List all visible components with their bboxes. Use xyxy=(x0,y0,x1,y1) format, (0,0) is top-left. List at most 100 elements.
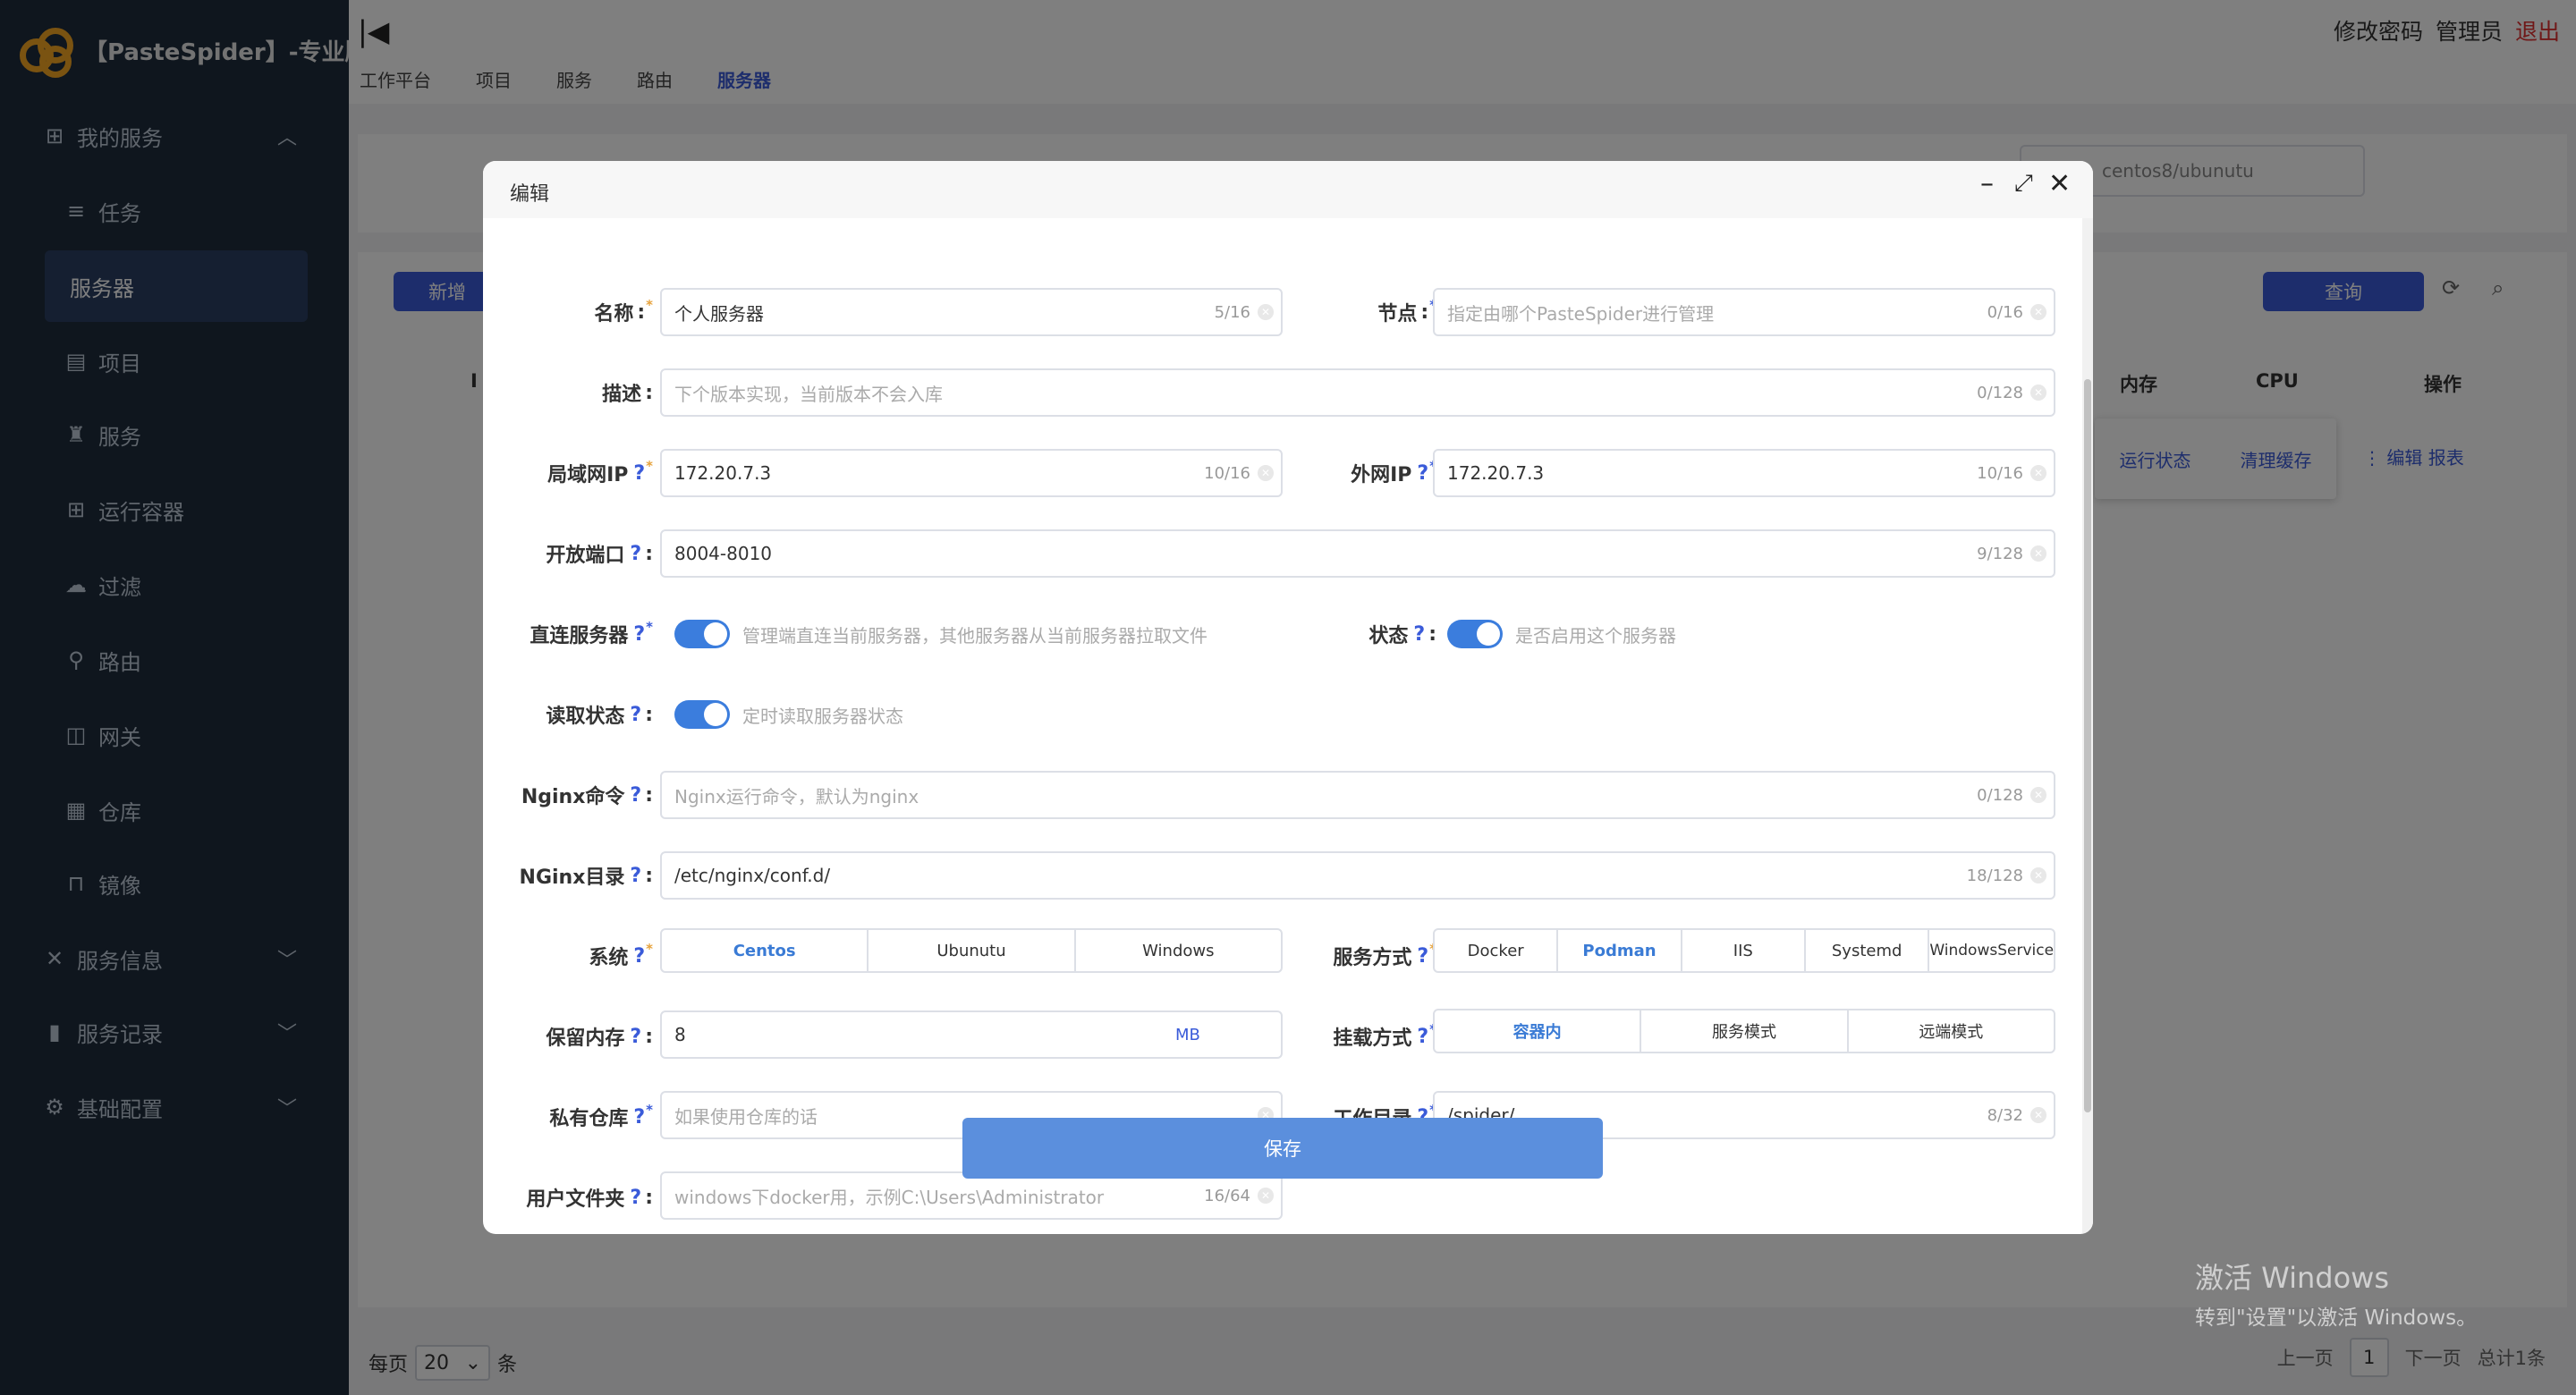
read-state-switch[interactable] xyxy=(674,700,730,729)
node-label-text: 节点 xyxy=(1377,303,1418,326)
mount-mode-label-text: 挂载方式 xyxy=(1333,1027,1412,1050)
help-icon[interactable]: ? xyxy=(630,784,641,807)
clear-icon[interactable]: ✕ xyxy=(1258,304,1274,320)
name-input[interactable]: 个人服务器 5/16 ✕ xyxy=(660,288,1283,336)
colon: : xyxy=(645,783,653,807)
help-icon[interactable]: ? xyxy=(630,543,641,565)
os-label-text: 系统 xyxy=(589,947,629,969)
ports-input[interactable]: 8004-8010 9/128 ✕ xyxy=(660,529,2055,578)
mount-option-service[interactable]: 服务模式 xyxy=(1641,1010,1849,1052)
private-repo-label-text: 私有仓库 xyxy=(549,1108,629,1130)
clear-icon[interactable]: ✕ xyxy=(2030,385,2046,401)
nginx-cmd-input[interactable]: Nginx运行命令，默认为nginx 0/128 ✕ xyxy=(660,771,2055,819)
clear-icon[interactable]: ✕ xyxy=(2030,545,2046,562)
char-count: 0/16 xyxy=(1987,302,2023,322)
nginx-dir-value: /etc/nginx/conf.d/ xyxy=(674,865,831,886)
scroll-thumb[interactable] xyxy=(2084,379,2091,1112)
os-label: 系统? * xyxy=(483,932,653,980)
reserve-mem-label-text: 保留内存 xyxy=(546,1027,625,1050)
desc-input[interactable]: 下个版本实现，当前版本不会入库 0/128 ✕ xyxy=(660,368,2055,417)
service-option-iis[interactable]: IIS xyxy=(1682,930,1806,971)
clear-icon[interactable]: ✕ xyxy=(2030,304,2046,320)
read-state-label-text: 读取状态 xyxy=(546,706,625,728)
save-button[interactable]: 保存 xyxy=(962,1118,1603,1179)
os-option-centos[interactable]: Centos xyxy=(662,930,869,971)
colon: : xyxy=(645,703,653,726)
node-placeholder: 指定由哪个PasteSpider进行管理 xyxy=(1447,302,1715,325)
mount-option-container[interactable]: 容器内 xyxy=(1435,1010,1642,1052)
reserve-mem-value: 8 xyxy=(674,1024,686,1045)
dialog-title: 编辑 xyxy=(510,183,550,206)
service-option-podman[interactable]: Podman xyxy=(1558,930,1682,971)
lan-ip-label: 局域网IP? * xyxy=(483,449,653,497)
help-icon[interactable]: ? xyxy=(633,1106,645,1129)
clear-icon[interactable]: ✕ xyxy=(1258,465,1274,481)
reserve-mem-label: 保留内存?: xyxy=(483,1012,653,1061)
direct-switch[interactable] xyxy=(674,620,730,648)
minimize-icon[interactable]: – xyxy=(1980,168,1994,199)
ports-value: 8004-8010 xyxy=(674,543,773,564)
colon: : xyxy=(645,864,653,887)
state-switch[interactable] xyxy=(1447,620,1503,648)
help-icon[interactable]: ? xyxy=(1413,623,1425,646)
help-icon[interactable]: ? xyxy=(630,704,641,726)
user-dir-label-text: 用户文件夹 xyxy=(526,1188,625,1211)
char-count: 16/64 xyxy=(1204,1186,1250,1205)
help-icon[interactable]: ? xyxy=(1417,1026,1428,1048)
service-option-systemd[interactable]: Systemd xyxy=(1806,930,1930,971)
user-dir-input[interactable]: windows下docker用，示例C:\Users\Administrator… xyxy=(660,1171,1283,1220)
clear-icon[interactable]: ✕ xyxy=(1258,1188,1274,1204)
colon: : xyxy=(645,1025,653,1048)
help-icon[interactable]: ? xyxy=(630,1026,641,1048)
private-repo-placeholder: 如果使用仓库的话 xyxy=(674,1105,818,1128)
help-icon[interactable]: ? xyxy=(1417,945,1428,968)
state-label-text: 状态 xyxy=(1368,625,1409,647)
nginx-dir-label: NGinx目录?: xyxy=(483,851,653,900)
help-icon[interactable]: ? xyxy=(1417,462,1428,485)
read-state-hint: 定时读取服务器状态 xyxy=(742,705,903,727)
nginx-dir-label-text: NGinx目录 xyxy=(519,867,625,889)
node-input[interactable]: 指定由哪个PasteSpider进行管理 0/16 ✕ xyxy=(1433,288,2055,336)
user-dir-label: 用户文件夹?: xyxy=(483,1173,653,1222)
service-option-docker[interactable]: Docker xyxy=(1435,930,1559,971)
clear-icon[interactable]: ✕ xyxy=(2030,1107,2046,1123)
help-icon[interactable]: ? xyxy=(633,945,645,968)
char-count: 10/16 xyxy=(1204,463,1250,483)
lan-ip-value: 172.20.7.3 xyxy=(674,462,772,484)
char-count: 0/128 xyxy=(1977,785,2023,805)
service-option-windowsservice[interactable]: WindowsService xyxy=(1929,930,2054,971)
wan-ip-value: 172.20.7.3 xyxy=(1447,462,1545,484)
help-icon[interactable]: ? xyxy=(630,865,641,887)
private-repo-label: 私有仓库? * xyxy=(483,1093,653,1141)
clear-icon[interactable]: ✕ xyxy=(2030,465,2046,481)
help-icon[interactable]: ? xyxy=(633,623,645,646)
close-icon[interactable]: ✕ xyxy=(2048,168,2071,199)
help-icon[interactable]: ? xyxy=(630,1187,641,1209)
required-mark: * xyxy=(646,1102,653,1118)
nginx-cmd-label-text: Nginx命令 xyxy=(521,786,625,808)
required-mark: * xyxy=(646,619,653,635)
dialog-scrollbar[interactable] xyxy=(2082,218,2093,1234)
maximize-icon[interactable]: ⤢ xyxy=(2014,170,2033,198)
reserve-mem-input[interactable]: 8 MB xyxy=(660,1010,1283,1059)
colon: : xyxy=(645,381,653,404)
desc-label: 描述: xyxy=(483,368,653,417)
clear-icon[interactable]: ✕ xyxy=(2030,867,2046,884)
state-label: 状态?: xyxy=(1288,610,1436,658)
user-dir-placeholder: windows下docker用，示例C:\Users\Administrator xyxy=(674,1186,1105,1208)
name-value: 个人服务器 xyxy=(674,302,764,325)
clear-icon[interactable]: ✕ xyxy=(2030,787,2046,803)
mount-option-remote[interactable]: 远端模式 xyxy=(1849,1010,2054,1052)
colon: : xyxy=(645,542,653,565)
required-mark: * xyxy=(646,941,653,957)
os-option-ubuntu[interactable]: Ubunutu xyxy=(869,930,1076,971)
read-state-switch-row: 定时读取服务器状态 xyxy=(674,690,903,739)
nginx-dir-input[interactable]: /etc/nginx/conf.d/ 18/128 ✕ xyxy=(660,851,2055,900)
help-icon[interactable]: ? xyxy=(633,462,645,485)
wan-ip-input[interactable]: 172.20.7.3 10/16 ✕ xyxy=(1433,449,2055,497)
watermark-line1: 激活 Windows xyxy=(2195,1261,2390,1295)
os-option-windows[interactable]: Windows xyxy=(1076,930,1281,971)
mount-mode-radio-group: 容器内 服务模式 远端模式 xyxy=(1433,1009,2055,1053)
char-count: 8/32 xyxy=(1987,1105,2023,1125)
lan-ip-input[interactable]: 172.20.7.3 10/16 ✕ xyxy=(660,449,1283,497)
